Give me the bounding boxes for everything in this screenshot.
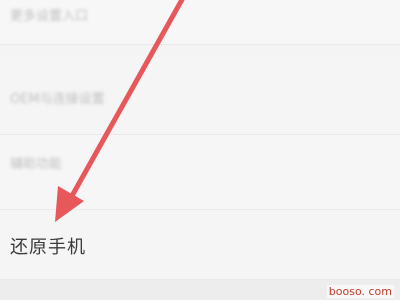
settings-item-accessibility[interactable]: 辅助功能 — [0, 135, 400, 210]
settings-item-label: 辅助功能 — [10, 157, 63, 172]
watermark: booso. com — [326, 285, 394, 298]
settings-item-label: 更多设置入口 — [10, 9, 89, 24]
settings-item-label: OEM与连接设置 — [10, 92, 105, 107]
settings-item-oem[interactable]: OEM与连接设置 — [0, 55, 400, 135]
settings-list: 更多设置入口 OEM与连接设置 辅助功能 还原手机 — [0, 0, 400, 300]
settings-item-reset-phone[interactable]: 还原手机 — [0, 210, 400, 280]
settings-item-label: 还原手机 — [10, 237, 86, 258]
settings-item-more[interactable]: 更多设置入口 — [0, 0, 400, 45]
